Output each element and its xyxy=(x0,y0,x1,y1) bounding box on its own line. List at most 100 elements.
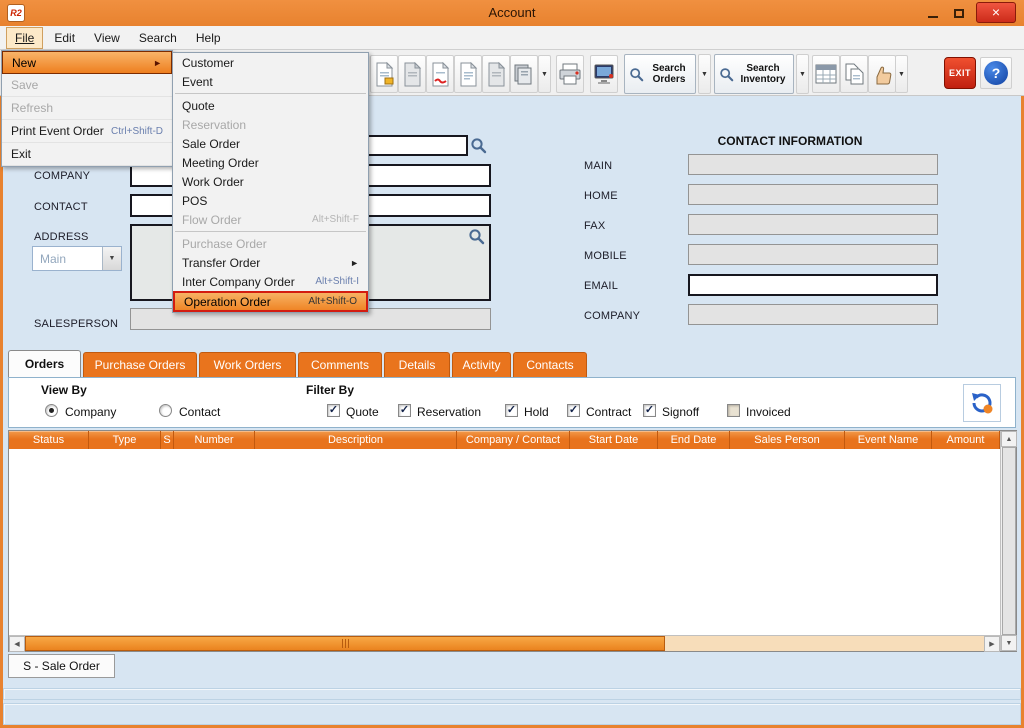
column-header-status[interactable]: Status xyxy=(9,431,89,449)
view-by-contact-radio[interactable] xyxy=(159,404,172,417)
toolbar-printer-button[interactable] xyxy=(556,55,584,93)
vertical-scrollbar[interactable]: ▲ ▼ xyxy=(1000,431,1016,651)
fax-label: FAX xyxy=(584,220,605,232)
file-menu-refresh-label: Refresh xyxy=(11,101,53,115)
chevron-down-icon[interactable] xyxy=(102,247,121,270)
horizontal-scrollbar[interactable]: ◀ ▶ xyxy=(9,635,1000,651)
vertical-scrollbar-thumb[interactable] xyxy=(1002,447,1016,635)
scroll-up-arrow[interactable]: ▲ xyxy=(1001,431,1017,447)
status-bar-upper xyxy=(3,688,1021,700)
toolbar-dropdown-arrow[interactable] xyxy=(895,55,908,93)
filter-hold-label: Hold xyxy=(524,405,549,419)
scroll-right-arrow[interactable]: ▶ xyxy=(984,636,1000,652)
tab-orders[interactable]: Orders xyxy=(8,350,81,377)
file-menu-new-label: New xyxy=(12,56,36,70)
submenu-work-order[interactable]: Work Order xyxy=(173,172,368,191)
minimize-button[interactable] xyxy=(922,4,944,22)
toolbar-dropdown-arrow[interactable] xyxy=(538,55,551,93)
column-header-number[interactable]: Number xyxy=(174,431,255,449)
tab-details[interactable]: Details xyxy=(384,352,450,377)
column-header-sales-person[interactable]: Sales Person xyxy=(730,431,845,449)
tab-work-orders[interactable]: Work Orders xyxy=(199,352,296,377)
maximize-button[interactable] xyxy=(948,4,970,22)
refresh-view-button[interactable] xyxy=(963,384,1001,422)
toolbar-document-button[interactable] xyxy=(482,55,510,93)
printer-icon xyxy=(558,62,582,86)
menu-search[interactable]: Search xyxy=(131,28,185,48)
search-orders-dropdown-arrow[interactable] xyxy=(698,54,711,94)
column-header-s[interactable]: S xyxy=(161,431,174,449)
scroll-left-arrow[interactable]: ◀ xyxy=(9,636,25,652)
file-menu-print-event-order[interactable]: Print Event Order Ctrl+Shift-D xyxy=(2,120,172,143)
tab-contacts[interactable]: Contacts xyxy=(513,352,587,377)
column-header-amount[interactable]: Amount xyxy=(932,431,1000,449)
submenu-inter-company-order[interactable]: Inter Company Order Alt+Shift-I xyxy=(173,272,368,291)
menubar: File Edit View Search Help xyxy=(0,26,1024,50)
submenu-quote-label: Quote xyxy=(182,99,215,113)
menu-view[interactable]: View xyxy=(86,28,128,48)
search-orders-button[interactable]: Search Orders xyxy=(624,54,696,94)
column-header-company-contact[interactable]: Company / Contact xyxy=(457,431,570,449)
scroll-down-arrow[interactable]: ▼ xyxy=(1001,635,1017,651)
toolbar-copy-button[interactable] xyxy=(840,55,868,93)
menu-edit[interactable]: Edit xyxy=(46,28,83,48)
menu-file[interactable]: File xyxy=(6,27,43,49)
filter-quote-checkbox[interactable] xyxy=(327,404,340,417)
filter-reservation-checkbox[interactable] xyxy=(398,404,411,417)
company-search-button[interactable] xyxy=(468,135,488,155)
menu-help[interactable]: Help xyxy=(188,28,229,48)
tab-activity[interactable]: Activity xyxy=(452,352,511,377)
submenu-pos[interactable]: POS xyxy=(173,191,368,210)
toolbar-signoff-button[interactable] xyxy=(868,55,896,93)
tab-comments[interactable]: Comments xyxy=(298,352,382,377)
column-header-event-name[interactable]: Event Name xyxy=(845,431,932,449)
toolbar-document-button[interactable] xyxy=(370,55,398,93)
filter-signoff-label: Signoff xyxy=(662,405,699,419)
help-button[interactable]: ? xyxy=(980,57,1012,89)
table-header-row: Status Type S Number Description Company… xyxy=(9,431,1000,449)
horizontal-scrollbar-thumb[interactable] xyxy=(25,636,665,651)
filter-hold-checkbox[interactable] xyxy=(505,404,518,417)
main-label: MAIN xyxy=(584,160,612,172)
submenu-event[interactable]: Event xyxy=(173,72,368,91)
filter-invoiced-checkbox[interactable] xyxy=(727,404,740,417)
filter-by-heading: Filter By xyxy=(306,383,354,397)
toolbar-documents-stack-button[interactable] xyxy=(510,55,538,93)
file-menu-exit[interactable]: Exit xyxy=(2,143,172,166)
filter-signoff-checkbox[interactable] xyxy=(643,404,656,417)
submenu-customer[interactable]: Customer xyxy=(173,53,368,72)
toolbar-grid-button[interactable] xyxy=(812,55,840,93)
tab-purchase-orders[interactable]: Purchase Orders xyxy=(83,352,197,377)
file-menu-new[interactable]: New xyxy=(2,51,172,74)
documents-stack-icon xyxy=(513,62,535,86)
column-header-type[interactable]: Type xyxy=(89,431,161,449)
submenu-operation-order[interactable]: Operation Order Alt+Shift-O xyxy=(173,291,368,312)
toolbar-document-button[interactable] xyxy=(454,55,482,93)
search-inventory-button[interactable]: Search Inventory xyxy=(714,54,794,94)
column-header-description[interactable]: Description xyxy=(255,431,457,449)
submenu-inter-company-order-label: Inter Company Order xyxy=(182,275,295,289)
column-header-start-date[interactable]: Start Date xyxy=(570,431,658,449)
submenu-flow-order: Flow Order Alt+Shift-F xyxy=(173,210,368,229)
close-button[interactable] xyxy=(976,2,1016,23)
home-label: HOME xyxy=(584,190,618,202)
help-icon: ? xyxy=(984,61,1008,85)
submenu-quote[interactable]: Quote xyxy=(173,96,368,115)
new-submenu: Customer Event Quote Reservation Sale Or… xyxy=(172,52,369,313)
column-header-end-date[interactable]: End Date xyxy=(658,431,730,449)
address-search-button[interactable] xyxy=(466,226,486,246)
filter-contract-checkbox[interactable] xyxy=(567,404,580,417)
search-inventory-dropdown-arrow[interactable] xyxy=(796,54,809,94)
view-by-company-radio[interactable] xyxy=(45,404,58,417)
toolbar-fax-button[interactable] xyxy=(590,55,618,93)
submenu-meeting-order[interactable]: Meeting Order xyxy=(173,153,368,172)
submenu-transfer-order[interactable]: Transfer Order xyxy=(173,253,368,272)
toolbar-document-button[interactable] xyxy=(426,55,454,93)
submenu-sale-order[interactable]: Sale Order xyxy=(173,134,368,153)
exit-button[interactable]: EXIT xyxy=(944,57,976,89)
email-input[interactable] xyxy=(688,274,938,296)
toolbar-document-button[interactable] xyxy=(398,55,426,93)
address-type-combobox[interactable]: Main xyxy=(32,246,122,271)
filter-reservation-label: Reservation xyxy=(417,405,481,419)
submenu-operation-order-shortcut: Alt+Shift-O xyxy=(296,296,357,307)
